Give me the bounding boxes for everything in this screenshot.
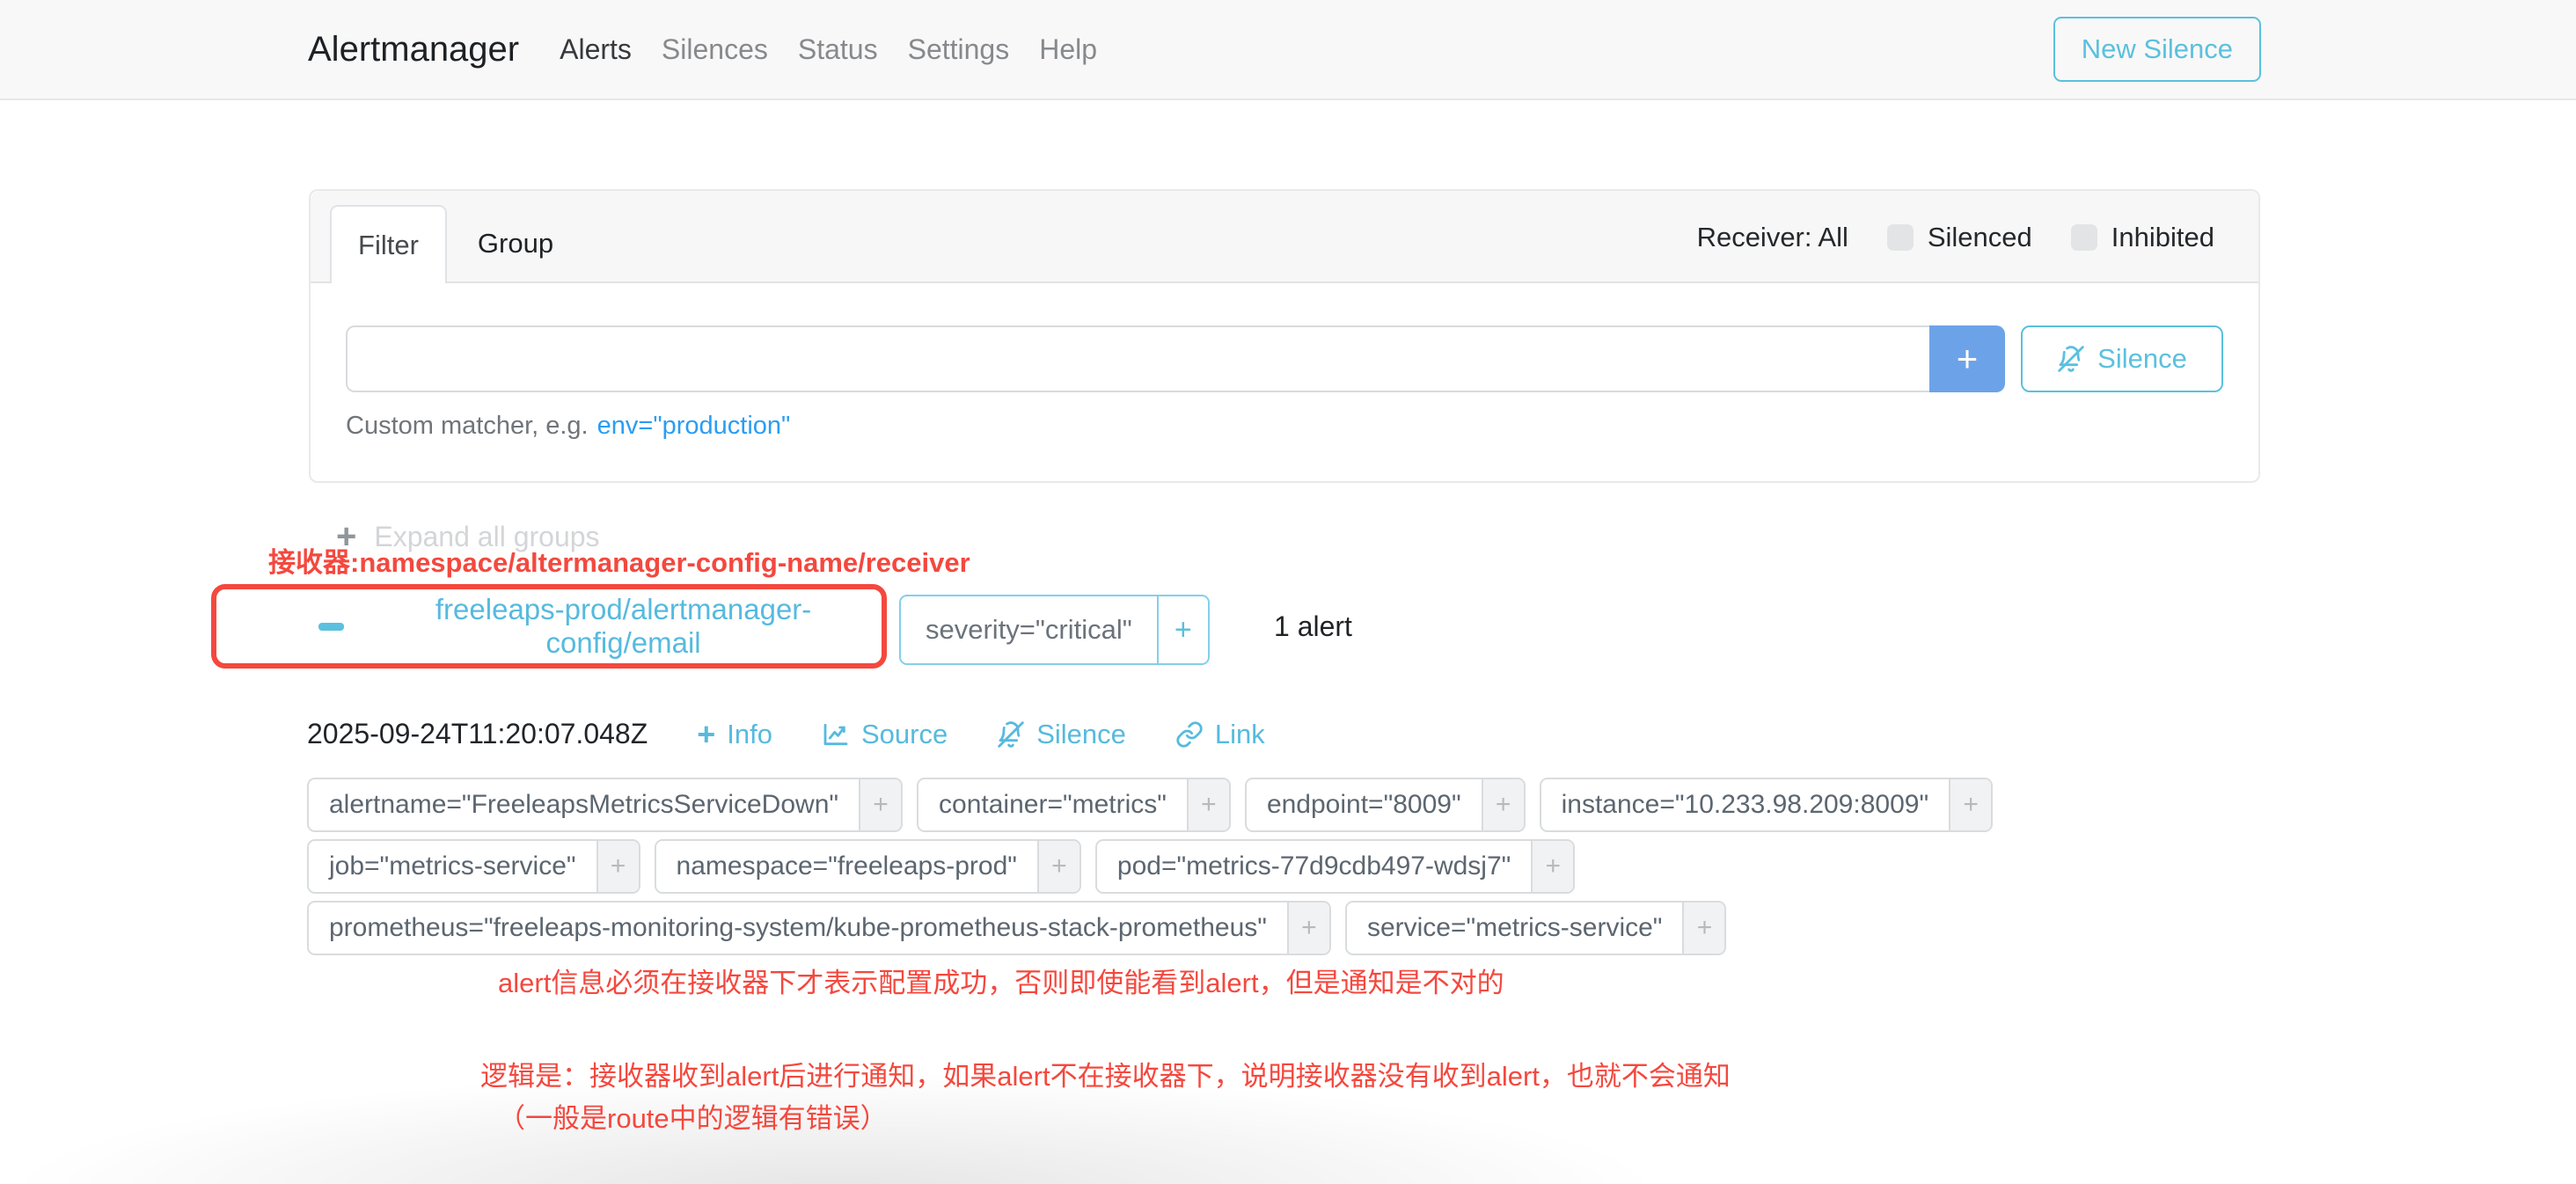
plus-icon: + <box>697 719 715 750</box>
alert-label-text: pod="metrics-77d9cdb497-wdsj7" <box>1097 841 1531 892</box>
alert-count: 1 alert <box>1274 610 1352 643</box>
alert-label-text: container="metrics" <box>918 779 1187 830</box>
silenced-label: Silenced <box>1928 222 2032 253</box>
bell-slash-icon <box>2057 345 2085 373</box>
inhibited-label: Inhibited <box>2111 222 2214 253</box>
add-label-filter-icon[interactable]: + <box>596 841 639 892</box>
add-label-filter-icon[interactable]: + <box>1187 779 1229 830</box>
matcher-input-group: + <box>346 325 2005 392</box>
custom-matcher-hint-row: Custom matcher, e.g. env="production" <box>346 412 2223 441</box>
info-link-label: Info <box>727 719 772 750</box>
link-link-label: Link <box>1215 719 1265 750</box>
add-label-filter-icon[interactable]: + <box>1531 841 1573 892</box>
alert-label-text: namespace="freeleaps-prod" <box>656 841 1037 892</box>
alert-header-row: 2025-09-24T11:20:07.048Z + Info Source S… <box>307 718 1265 750</box>
alert-label-text: service="metrics-service" <box>1347 903 1683 954</box>
alert-label-text: endpoint="8009" <box>1247 779 1482 830</box>
add-label-filter-icon[interactable]: + <box>1287 903 1329 954</box>
external-link[interactable]: Link <box>1175 719 1265 750</box>
group-matcher-chip: severity="critical" + <box>899 595 1210 665</box>
filter-panel-header: Filter Group Receiver: All Silenced Inhi… <box>311 191 2258 283</box>
collapse-minus-icon <box>318 623 344 631</box>
filter-options: Receiver: All Silenced Inhibited <box>1697 191 2214 283</box>
silenced-filter[interactable]: Silenced <box>1887 222 2032 253</box>
source-link-label: Source <box>861 719 948 750</box>
nav-item-alerts[interactable]: Alerts <box>560 33 632 66</box>
alert-label-tag: endpoint="8009"+ <box>1245 778 1526 832</box>
alert-label-tag: namespace="freeleaps-prod"+ <box>655 839 1081 894</box>
link-icon <box>1175 720 1204 749</box>
alert-labels-row: prometheus="freeleaps-monitoring-system/… <box>307 901 2007 955</box>
new-silence-button[interactable]: New Silence <box>2053 17 2261 82</box>
filter-panel: Filter Group Receiver: All Silenced Inhi… <box>309 189 2260 483</box>
nav-item-help[interactable]: Help <box>1039 33 1097 66</box>
annotation-line-1: alert信息必须在接收器下才表示配置成功，否则即使能看到alert，但是通知是… <box>498 961 1504 1000</box>
add-label-filter-icon[interactable]: + <box>1949 779 1991 830</box>
annotation-line-3: （一般是route中的逻辑有错误） <box>498 1096 888 1136</box>
annotation-receiver-note: 接收器:namespace/altermanager-config-name/r… <box>268 540 970 580</box>
inhibited-checkbox[interactable] <box>2071 224 2097 251</box>
receiver-group-label: freeleaps-prod/alertmanager-config/email <box>365 593 882 660</box>
alert-label-tag: container="metrics"+ <box>917 778 1231 832</box>
alert-label-tag: job="metrics-service"+ <box>307 839 640 894</box>
annotation-line-2: 逻辑是：接收器收到alert后进行通知，如果alert不在接收器下，说明接收器没… <box>480 1054 1731 1093</box>
chart-icon <box>822 720 850 749</box>
add-matcher-button[interactable]: + <box>1929 325 2005 392</box>
receiver-group-button[interactable]: freeleaps-prod/alertmanager-config/email <box>318 593 882 660</box>
alert-labels-row: job="metrics-service"+namespace="freelea… <box>307 839 2007 894</box>
source-link[interactable]: Source <box>822 719 948 750</box>
info-link[interactable]: + Info <box>697 719 772 750</box>
nav-item-status[interactable]: Status <box>798 33 878 66</box>
alert-label-text: job="metrics-service" <box>309 841 596 892</box>
alertmanager-page: Alertmanager Alerts Silences Status Setting… <box>0 0 2576 1184</box>
silence-link-label: Silence <box>1036 719 1126 750</box>
custom-matcher-example-link[interactable]: env="production" <box>597 412 791 440</box>
silence-button-label: Silence <box>2097 343 2187 375</box>
tab-filter[interactable]: Filter <box>330 205 447 283</box>
add-label-filter-icon[interactable]: + <box>1482 779 1524 830</box>
add-label-filter-icon[interactable]: + <box>1682 903 1724 954</box>
alert-label-tag: pod="metrics-77d9cdb497-wdsj7"+ <box>1095 839 1575 894</box>
tab-group[interactable]: Group <box>462 205 569 281</box>
alert-label-tag: instance="10.233.98.209:8009"+ <box>1540 778 1993 832</box>
alert-label-text: instance="10.233.98.209:8009" <box>1541 779 1949 830</box>
alert-label-tag: service="metrics-service"+ <box>1345 901 1727 955</box>
alert-labels: alertname="FreeleapsMetricsServiceDown"+… <box>307 778 2007 962</box>
alert-label-tag: alertname="FreeleapsMetricsServiceDown"+ <box>307 778 903 832</box>
group-matcher-label: severity="critical" <box>901 596 1157 663</box>
alert-label-text: alertname="FreeleapsMetricsServiceDown" <box>309 779 859 830</box>
alert-timestamp: 2025-09-24T11:20:07.048Z <box>307 718 648 750</box>
nav-item-settings[interactable]: Settings <box>908 33 1010 66</box>
main-nav: Alerts Silences Status Settings Help <box>560 33 1097 66</box>
silence-alert-link[interactable]: Silence <box>997 719 1126 750</box>
custom-matcher-hint: Custom matcher, e.g. <box>346 412 589 440</box>
navbar: Alertmanager Alerts Silences Status Setting… <box>0 0 2576 100</box>
add-label-filter-icon[interactable]: + <box>1037 841 1079 892</box>
filter-panel-body: + Silence Custom matcher, e.g. env="produ… <box>311 283 2258 481</box>
app-brand[interactable]: Alertmanager <box>308 30 519 69</box>
receiver-filter-label[interactable]: Receiver: All <box>1697 222 1848 253</box>
silenced-checkbox[interactable] <box>1887 224 1914 251</box>
alert-labels-row: alertname="FreeleapsMetricsServiceDown"+… <box>307 778 2007 832</box>
bell-slash-icon <box>997 720 1025 749</box>
annotation-highlight-box: freeleaps-prod/alertmanager-config/email <box>211 584 887 669</box>
add-label-filter-icon[interactable]: + <box>859 779 901 830</box>
inhibited-filter[interactable]: Inhibited <box>2071 222 2214 253</box>
alert-label-tag: prometheus="freeleaps-monitoring-system/… <box>307 901 1331 955</box>
add-group-filter-icon[interactable]: + <box>1157 596 1208 663</box>
nav-item-silences[interactable]: Silences <box>662 33 768 66</box>
matcher-input[interactable] <box>346 325 1929 392</box>
alert-label-text: prometheus="freeleaps-monitoring-system/… <box>309 903 1287 954</box>
silence-button[interactable]: Silence <box>2021 325 2223 392</box>
